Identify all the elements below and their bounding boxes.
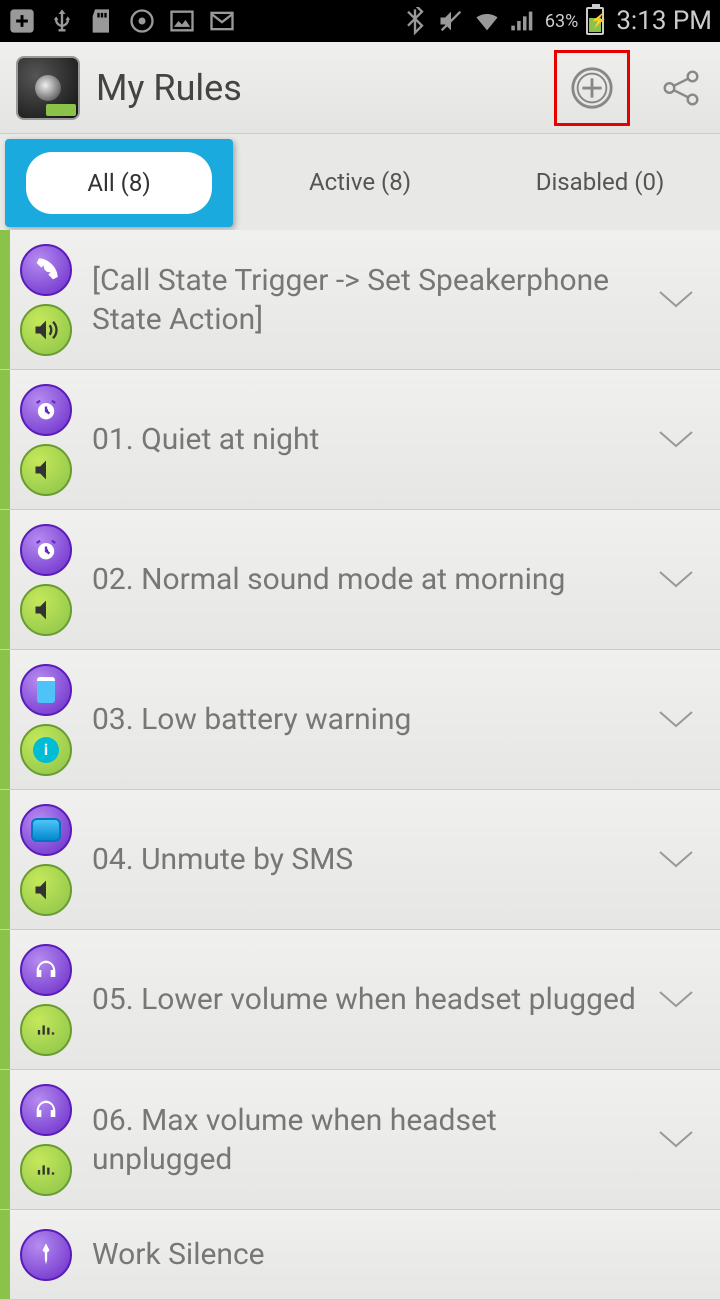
expand-icon[interactable] — [652, 430, 700, 450]
add-rule-button[interactable] — [569, 65, 615, 111]
battery-percent: 63% — [545, 11, 578, 32]
active-indicator — [0, 790, 10, 929]
clock: 3:13 PM — [616, 6, 712, 36]
wifi-icon — [473, 7, 501, 35]
signal-icon — [509, 7, 537, 35]
sms-trigger-icon — [20, 804, 72, 856]
rule-item[interactable]: 01. Quiet at night — [0, 370, 720, 510]
rule-item[interactable]: 04. Unmute by SMS — [0, 790, 720, 930]
clock-trigger-icon — [20, 524, 72, 576]
gmail-icon — [208, 7, 236, 35]
tab-disabled[interactable]: Disabled (0) — [480, 144, 720, 220]
battery-icon: ⚡ — [586, 7, 604, 35]
volume-action-icon — [20, 1004, 72, 1056]
rule-item[interactable]: [Call State Trigger -> Set Speakerphone … — [0, 230, 720, 370]
volume-action-icon — [20, 1144, 72, 1196]
active-indicator — [0, 1210, 10, 1299]
app-bar: My Rules — [0, 42, 720, 134]
usb-icon — [48, 7, 76, 35]
tab-all-label[interactable]: All (8) — [26, 152, 212, 214]
headset-trigger-icon — [20, 944, 72, 996]
rule-title: 03. Low battery warning — [84, 688, 652, 751]
speaker-action-icon — [20, 304, 72, 356]
image-icon — [168, 7, 196, 35]
expand-icon[interactable] — [652, 570, 700, 590]
expand-icon[interactable] — [652, 290, 700, 310]
rule-title: Work Silence — [84, 1223, 700, 1286]
app-logo-icon[interactable] — [16, 56, 80, 120]
info-action-icon: i — [20, 724, 72, 776]
tab-active[interactable]: Active (8) — [240, 144, 480, 220]
expand-icon[interactable] — [652, 710, 700, 730]
share-button[interactable] — [658, 65, 704, 111]
tab-active-indicator: All (8) — [5, 139, 233, 227]
rule-item[interactable]: 05. Lower volume when headset plugged — [0, 930, 720, 1070]
status-bar: 63% ⚡ 3:13 PM — [0, 0, 720, 42]
active-indicator — [0, 1070, 10, 1209]
rule-item[interactable]: 06. Max volume when headset unplugged — [0, 1070, 720, 1210]
sd-card-icon — [88, 7, 116, 35]
target-icon — [128, 7, 156, 35]
rule-item[interactable]: i 03. Low battery warning — [0, 650, 720, 790]
active-indicator — [0, 510, 10, 649]
mute-icon — [437, 7, 465, 35]
active-indicator — [0, 370, 10, 509]
rule-item[interactable]: 02. Normal sound mode at morning — [0, 510, 720, 650]
expand-icon[interactable] — [652, 990, 700, 1010]
expand-icon[interactable] — [652, 1130, 700, 1150]
call-trigger-icon — [20, 244, 72, 296]
sound-action-icon — [20, 864, 72, 916]
mute-action-icon — [20, 444, 72, 496]
rule-item[interactable]: Work Silence — [0, 1210, 720, 1300]
bluetooth-icon — [401, 7, 429, 35]
rule-title: 05. Lower volume when headset plugged — [84, 968, 652, 1031]
headset-trigger-icon — [20, 1084, 72, 1136]
rule-title: 06. Max volume when headset unplugged — [84, 1089, 652, 1191]
rule-title: 04. Unmute by SMS — [84, 828, 652, 891]
battery-trigger-icon — [20, 664, 72, 716]
add-rule-highlight — [554, 50, 630, 126]
rule-title: [Call State Trigger -> Set Speakerphone … — [84, 249, 652, 351]
notification-add-icon — [8, 7, 36, 35]
page-title: My Rules — [96, 67, 538, 109]
active-indicator — [0, 230, 10, 369]
active-indicator — [0, 650, 10, 789]
rule-title: 01. Quiet at night — [84, 408, 652, 471]
rules-list: [Call State Trigger -> Set Speakerphone … — [0, 230, 720, 1300]
rule-title: 02. Normal sound mode at morning — [84, 548, 652, 611]
clock-trigger-icon — [20, 384, 72, 436]
expand-icon[interactable] — [652, 850, 700, 870]
active-indicator — [0, 930, 10, 1069]
pin-trigger-icon — [20, 1229, 72, 1281]
sound-action-icon — [20, 584, 72, 636]
tab-bar: Active (8) Disabled (0) All (8) — [0, 134, 720, 230]
